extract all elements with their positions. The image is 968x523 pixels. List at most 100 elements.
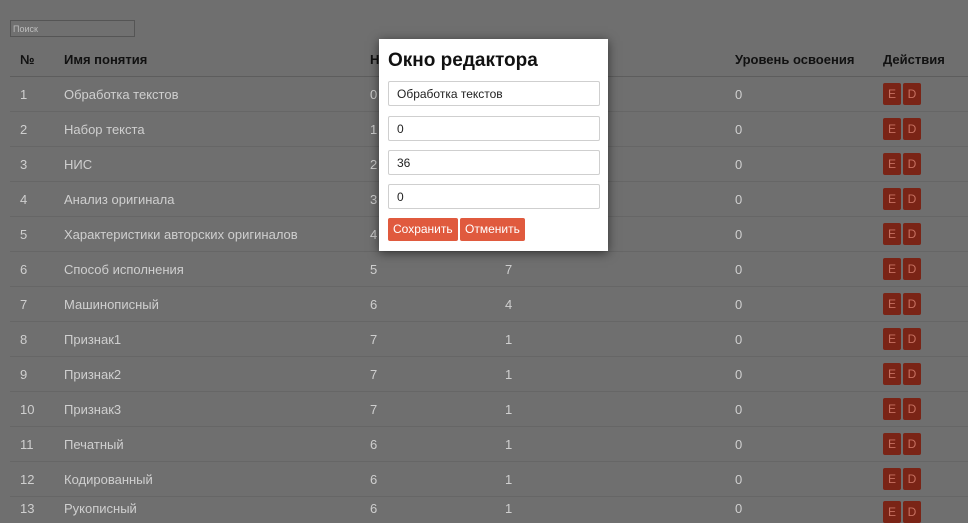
row-column-3: 6 <box>370 287 505 322</box>
row-name: Машинописный <box>64 287 370 322</box>
delete-button[interactable]: D <box>903 83 921 105</box>
row-number: 6 <box>10 252 64 287</box>
row-level: 0 <box>735 217 883 252</box>
row-actions: ED <box>883 182 968 217</box>
row-number: 7 <box>10 287 64 322</box>
delete-button[interactable]: D <box>903 258 921 280</box>
row-column-4: 1 <box>505 392 735 427</box>
edit-button[interactable]: E <box>883 223 901 245</box>
cancel-button[interactable]: Отменить <box>460 218 525 241</box>
delete-button[interactable]: D <box>903 468 921 490</box>
row-actions: ED <box>883 357 968 392</box>
row-column-4: 1 <box>505 497 735 523</box>
row-actions: ED <box>883 287 968 322</box>
row-actions: ED <box>883 77 968 112</box>
row-actions: ED <box>883 427 968 462</box>
header-actions: Действия <box>883 43 968 77</box>
delete-button[interactable]: D <box>903 118 921 140</box>
row-number: 4 <box>10 182 64 217</box>
row-number: 1 <box>10 77 64 112</box>
delete-button[interactable]: D <box>903 153 921 175</box>
row-actions: ED <box>883 462 968 497</box>
table-row: 6Способ исполнения570ED <box>10 252 968 287</box>
row-number: 12 <box>10 462 64 497</box>
row-name: Обработка текстов <box>64 77 370 112</box>
edit-button[interactable]: E <box>883 83 901 105</box>
row-number: 2 <box>10 112 64 147</box>
edit-button[interactable]: E <box>883 188 901 210</box>
row-actions: ED <box>883 252 968 287</box>
edit-button[interactable]: E <box>883 363 901 385</box>
row-column-4: 1 <box>505 357 735 392</box>
edit-button[interactable]: E <box>883 328 901 350</box>
delete-button[interactable]: D <box>903 501 921 523</box>
row-column-4: 1 <box>505 322 735 357</box>
row-name: Кодированный <box>64 462 370 497</box>
row-name: Набор текста <box>64 112 370 147</box>
row-number: 8 <box>10 322 64 357</box>
row-number: 13 <box>10 497 64 523</box>
row-level: 0 <box>735 392 883 427</box>
row-column-3: 7 <box>370 357 505 392</box>
row-name: Способ исполнения <box>64 252 370 287</box>
row-actions: ED <box>883 322 968 357</box>
row-actions: ED <box>883 497 968 523</box>
row-name: Признак1 <box>64 322 370 357</box>
row-name: Признак2 <box>64 357 370 392</box>
field-4[interactable] <box>388 184 600 209</box>
edit-button[interactable]: E <box>883 398 901 420</box>
row-number: 11 <box>10 427 64 462</box>
row-name: НИС <box>64 147 370 182</box>
table-row: 8Признак1710ED <box>10 322 968 357</box>
table-row: 13Рукописный610ED <box>10 497 968 523</box>
row-name: Характеристики авторских оригиналов <box>64 217 370 252</box>
row-actions: ED <box>883 112 968 147</box>
field-3[interactable] <box>388 150 600 175</box>
edit-button[interactable]: E <box>883 468 901 490</box>
edit-button[interactable]: E <box>883 118 901 140</box>
field-2[interactable] <box>388 116 600 141</box>
row-level: 0 <box>735 77 883 112</box>
table-row: 10Признак3710ED <box>10 392 968 427</box>
delete-button[interactable]: D <box>903 293 921 315</box>
delete-button[interactable]: D <box>903 363 921 385</box>
row-column-3: 6 <box>370 497 505 523</box>
row-level: 0 <box>735 357 883 392</box>
edit-button[interactable]: E <box>883 153 901 175</box>
row-actions: ED <box>883 392 968 427</box>
delete-button[interactable]: D <box>903 223 921 245</box>
row-actions: ED <box>883 147 968 182</box>
table-row: 12Кодированный610ED <box>10 462 968 497</box>
row-number: 5 <box>10 217 64 252</box>
edit-button[interactable]: E <box>883 501 901 523</box>
delete-button[interactable]: D <box>903 328 921 350</box>
edit-button[interactable]: E <box>883 293 901 315</box>
row-level: 0 <box>735 182 883 217</box>
row-level: 0 <box>735 322 883 357</box>
edit-button[interactable]: E <box>883 258 901 280</box>
row-level: 0 <box>735 427 883 462</box>
search-input[interactable] <box>10 20 135 37</box>
table-row: 11Печатный610ED <box>10 427 968 462</box>
delete-button[interactable]: D <box>903 433 921 455</box>
concept-name-field[interactable] <box>388 81 600 106</box>
save-button[interactable]: Сохранить <box>388 218 458 241</box>
delete-button[interactable]: D <box>903 398 921 420</box>
row-number: 10 <box>10 392 64 427</box>
row-column-4: 1 <box>505 462 735 497</box>
row-level: 0 <box>735 147 883 182</box>
row-name: Признак3 <box>64 392 370 427</box>
delete-button[interactable]: D <box>903 188 921 210</box>
row-number: 3 <box>10 147 64 182</box>
concepts-page: № Имя понятия Н Уровень освоения Действи… <box>0 0 968 513</box>
row-column-3: 7 <box>370 322 505 357</box>
header-name: Имя понятия <box>64 43 370 77</box>
edit-button[interactable]: E <box>883 433 901 455</box>
table-row: 7Машинописный640ED <box>10 287 968 322</box>
row-level: 0 <box>735 112 883 147</box>
row-column-3: 6 <box>370 462 505 497</box>
row-level: 0 <box>735 287 883 322</box>
row-name: Печатный <box>64 427 370 462</box>
row-column-3: 6 <box>370 427 505 462</box>
table-row: 9Признак2710ED <box>10 357 968 392</box>
